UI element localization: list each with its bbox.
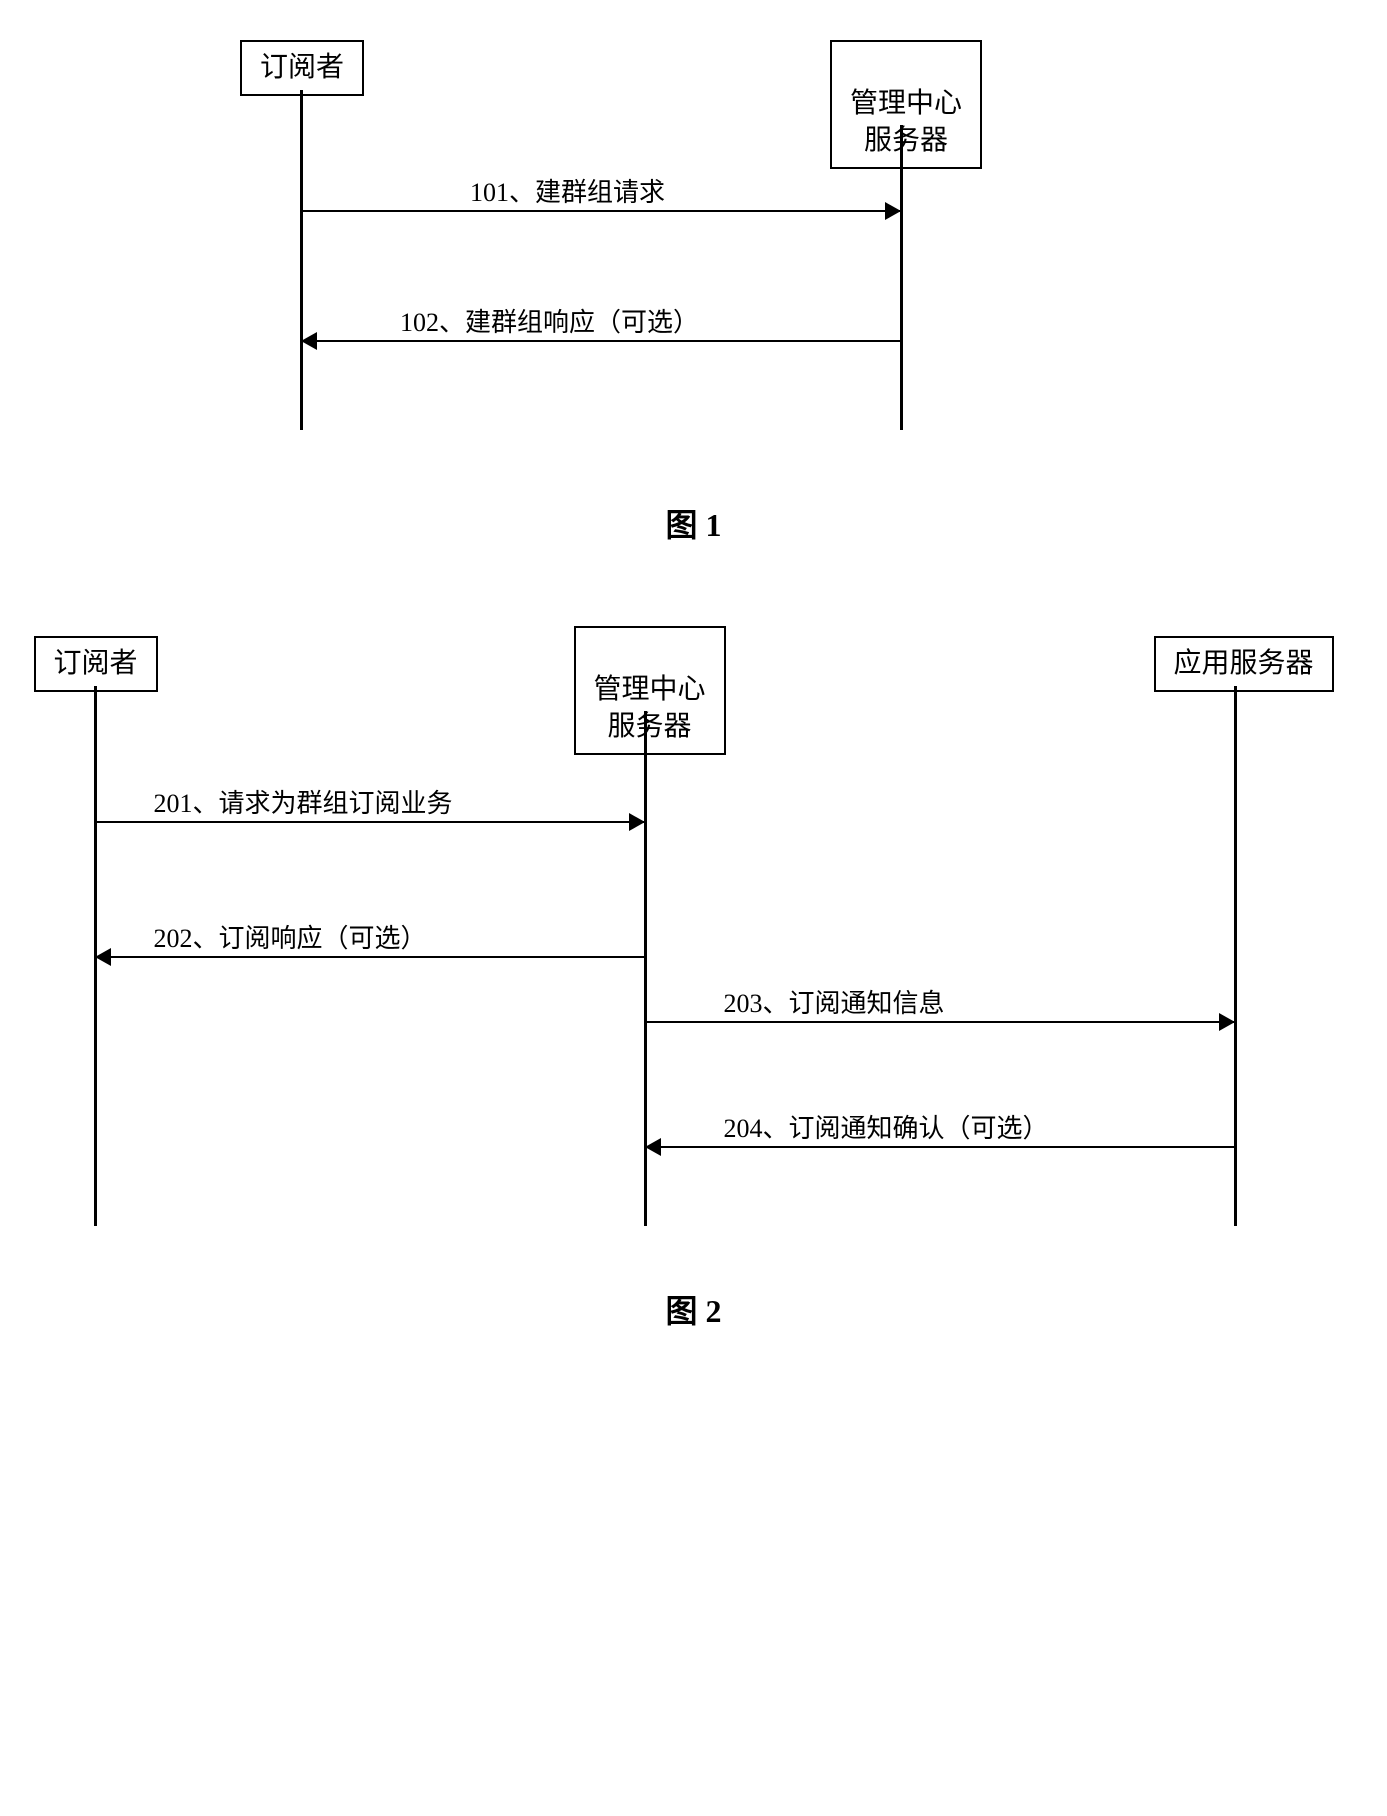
- arrow-101: [302, 210, 900, 212]
- msg-102-label: 102、建群组响应（可选）: [400, 302, 699, 339]
- actor-mgmt-center-label: 管理中心 服务器: [850, 88, 962, 155]
- figure-1-caption: 图 1: [20, 500, 1367, 546]
- arrow-201: [96, 821, 644, 823]
- actor-mgmt-center-2: 管理中心 服务器: [574, 626, 726, 755]
- actor-subscriber: 订阅者: [240, 40, 364, 96]
- arrow-102: [302, 340, 900, 342]
- arrow-203: [646, 1021, 1234, 1023]
- lifeline-mgmt-center: [900, 125, 903, 430]
- actor-mgmt-center-2-label: 管理中心 服务器: [594, 674, 706, 741]
- msg-202-label: 202、订阅响应（可选）: [154, 918, 427, 955]
- msg-101-label: 101、建群组请求: [470, 172, 665, 209]
- lifeline-subscriber: [300, 90, 303, 430]
- lifeline-app-server: [1234, 686, 1237, 1226]
- arrow-head-icon: [301, 332, 317, 350]
- actor-app-server-label: 应用服务器: [1174, 648, 1314, 679]
- arrow-head-icon: [629, 813, 645, 831]
- figure-1: 订阅者 管理中心 服务器 101、建群组请求 102、建群组响应（可选） 图 1: [20, 40, 1367, 546]
- actor-app-server: 应用服务器: [1154, 636, 1334, 692]
- figure-2: 订阅者 管理中心 服务器 应用服务器 201、请求为群组订阅业务 202、订阅响…: [20, 626, 1367, 1332]
- arrow-head-icon: [95, 948, 111, 966]
- msg-204-label: 204、订阅通知确认（可选）: [724, 1108, 1049, 1145]
- figure-2-caption: 图 2: [20, 1286, 1367, 1332]
- actor-subscriber-label: 订阅者: [260, 52, 344, 83]
- arrow-head-icon: [645, 1138, 661, 1156]
- actor-mgmt-center: 管理中心 服务器: [830, 40, 982, 169]
- actor-subscriber-2: 订阅者: [34, 636, 158, 692]
- arrow-head-icon: [1219, 1013, 1235, 1031]
- msg-201-label: 201、请求为群组订阅业务: [154, 783, 453, 820]
- arrow-202: [96, 956, 644, 958]
- actor-subscriber-2-label: 订阅者: [54, 648, 138, 679]
- arrow-204: [646, 1146, 1234, 1148]
- msg-203-label: 203、订阅通知信息: [724, 983, 945, 1020]
- arrow-head-icon: [885, 202, 901, 220]
